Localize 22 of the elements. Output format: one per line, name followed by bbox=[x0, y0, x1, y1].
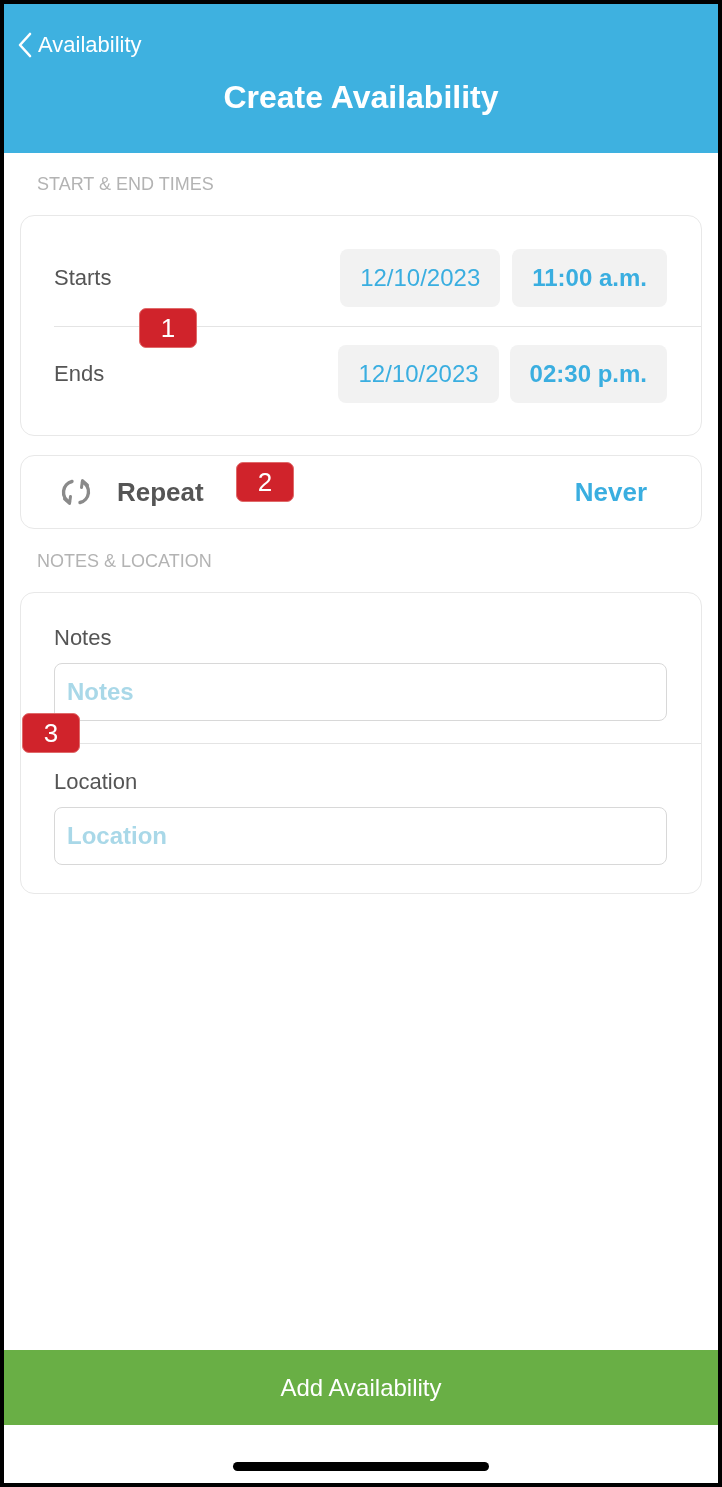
time-button[interactable]: 02:30 p.m. bbox=[509, 345, 667, 403]
date-button[interactable]: 12/10/2023 bbox=[340, 249, 501, 307]
callout-marker: 1 bbox=[139, 308, 197, 348]
callout-marker: 3 bbox=[22, 713, 80, 753]
field-label: Location bbox=[54, 769, 138, 795]
field-label: Starts bbox=[54, 265, 112, 291]
date-button[interactable]: 12/10/2023 bbox=[338, 345, 499, 403]
text-input-field[interactable]: Location bbox=[54, 807, 667, 865]
screen-title: Create Availability bbox=[223, 78, 499, 117]
circular-arrows-icon bbox=[60, 476, 92, 508]
repeat-value[interactable]: Never bbox=[574, 477, 647, 507]
section-heading: START & END TIMES bbox=[37, 173, 214, 195]
callout-marker: 2 bbox=[236, 462, 294, 502]
back-button[interactable]: Availability bbox=[14, 30, 146, 60]
time-button[interactable]: 11:00 a.m. bbox=[512, 249, 667, 307]
field-label: Ends bbox=[54, 361, 105, 387]
repeat-label: Repeat bbox=[117, 477, 204, 507]
add-availability-button[interactable]: Add Availability bbox=[4, 1350, 718, 1425]
chevron-left-icon bbox=[18, 32, 32, 58]
text-input-field[interactable]: Notes bbox=[54, 663, 667, 721]
section-heading: NOTES & LOCATION bbox=[37, 550, 212, 572]
field-label: Notes bbox=[54, 625, 112, 651]
